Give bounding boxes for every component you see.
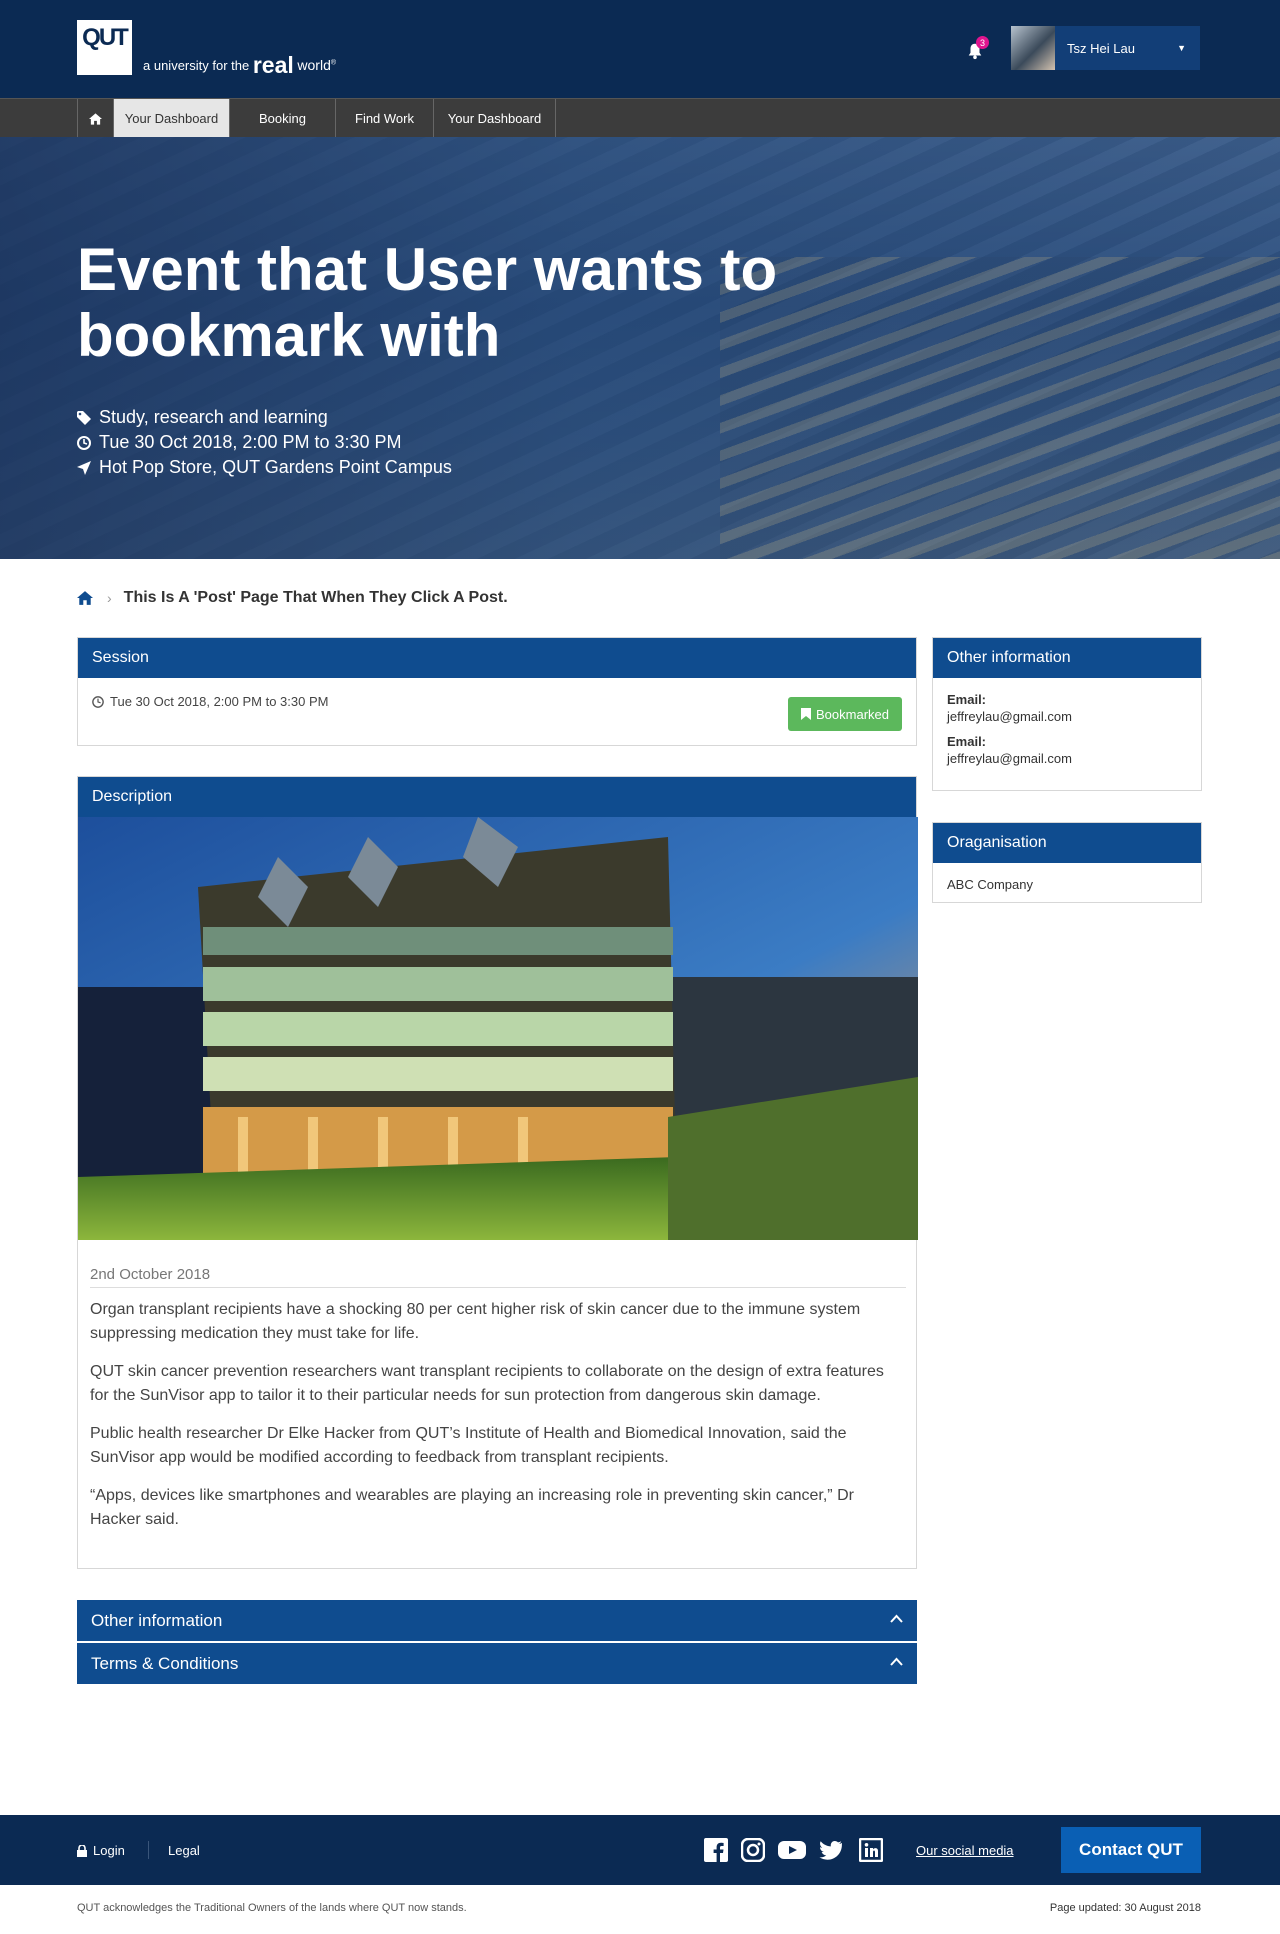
youtube-icon[interactable] <box>778 1838 806 1862</box>
description-heading: Description <box>78 777 916 817</box>
legal-link[interactable]: Legal <box>168 1843 200 1858</box>
breadcrumb: › This Is A 'Post' Page That When They C… <box>77 589 508 607</box>
facebook-icon[interactable] <box>704 1838 728 1862</box>
instagram-icon[interactable] <box>741 1838 765 1862</box>
nav-your-dashboard-2[interactable]: Your Dashboard <box>434 99 556 138</box>
login-link[interactable]: Login <box>77 1843 125 1858</box>
page-updated-text: Page updated: 30 August 2018 <box>1049 1902 1201 1914</box>
twitter-icon[interactable] <box>819 1838 843 1862</box>
event-location: Hot Pop Store, QUT Gardens Point Campus <box>77 457 452 478</box>
main-nav: Your Dashboard Booking Find Work Your Da… <box>0 98 1280 138</box>
article-date: 2nd October 2018 <box>90 1266 906 1288</box>
other-information-heading: Other information <box>933 638 1201 678</box>
nav-booking[interactable]: Booking <box>230 99 336 138</box>
nav-home[interactable] <box>77 99 114 138</box>
notification-count-badge: 3 <box>976 36 989 49</box>
nav-your-dashboard[interactable]: Your Dashboard <box>114 99 230 138</box>
user-name: Tsz Hei Lau <box>1067 40 1135 56</box>
accordion-terms-conditions[interactable]: Terms & Conditions <box>77 1643 917 1684</box>
avatar <box>1011 26 1055 70</box>
bookmarked-button[interactable]: Bookmarked <box>788 697 902 731</box>
chevron-up-icon <box>890 1657 903 1666</box>
organisation-name: ABC Company <box>947 877 1033 892</box>
article-paragraph: “Apps, devices like smartphones and wear… <box>90 1487 854 1528</box>
building-photo <box>78 817 918 1240</box>
acknowledgement-text: QUT acknowledges the Traditional Owners … <box>77 1902 467 1914</box>
nav-find-work[interactable]: Find Work <box>336 99 434 138</box>
email-value: jeffreylau@gmail.com <box>947 751 1072 766</box>
email-label: Email: <box>947 692 987 707</box>
home-icon <box>89 112 102 125</box>
lock-icon <box>77 1844 87 1857</box>
accordion-other-information[interactable]: Other information <box>77 1600 917 1641</box>
article-paragraph: Public health researcher Dr Elke Hacker … <box>90 1425 847 1466</box>
article-paragraph: QUT skin cancer prevention researchers w… <box>90 1363 884 1404</box>
location-arrow-icon <box>77 460 91 475</box>
session-heading: Session <box>78 638 916 678</box>
social-media-link[interactable]: Our social media <box>916 1843 1014 1858</box>
email-label: Email: <box>947 734 987 749</box>
tagline: a university for the real world® <box>143 52 337 78</box>
home-icon[interactable] <box>77 591 93 605</box>
chevron-up-icon <box>890 1614 903 1623</box>
site-footer: Login Legal Our social media Contact QUT <box>0 1815 1280 1885</box>
event-category: Study, research and learning <box>77 407 328 428</box>
description-panel: Description 2nd October 2018 Organ trans… <box>77 776 918 1569</box>
event-hero: Event that User wants to bookmark with S… <box>0 137 1280 559</box>
qut-logo[interactable]: QUT <box>77 20 132 75</box>
organisation-heading: Oraganisation <box>933 823 1201 863</box>
event-title: Event that User wants to bookmark with <box>77 236 778 369</box>
site-header: QUT a university for the real world® 3 T… <box>0 0 1280 98</box>
event-datetime: Tue 30 Oct 2018, 2:00 PM to 3:30 PM <box>77 432 402 453</box>
chevron-right-icon: › <box>107 590 112 606</box>
bookmark-icon <box>801 708 811 720</box>
contact-qut-button[interactable]: Contact QUT <box>1061 1827 1201 1873</box>
caret-down-icon: ▼ <box>1177 43 1186 53</box>
session-panel: Session Tue 30 Oct 2018, 2:00 PM to 3:30… <box>77 637 917 746</box>
other-information-panel: Other information Email: jeffreylau@gmai… <box>932 637 1202 791</box>
organisation-panel: Oraganisation ABC Company <box>932 822 1202 903</box>
email-value: jeffreylau@gmail.com <box>947 709 1072 724</box>
linkedin-icon[interactable] <box>859 1838 883 1862</box>
clock-icon <box>77 435 91 450</box>
article-paragraph: Organ transplant recipients have a shock… <box>90 1301 861 1342</box>
footer-divider <box>148 1841 149 1859</box>
clock-icon <box>92 695 104 708</box>
breadcrumb-current: This Is A 'Post' Page That When They Cli… <box>123 589 508 606</box>
user-menu[interactable]: Tsz Hei Lau ▼ <box>1011 26 1200 70</box>
tag-icon <box>77 410 91 425</box>
session-datetime: Tue 30 Oct 2018, 2:00 PM to 3:30 PM <box>92 694 328 709</box>
article-body: Organ transplant recipients have a shock… <box>90 1298 906 1546</box>
